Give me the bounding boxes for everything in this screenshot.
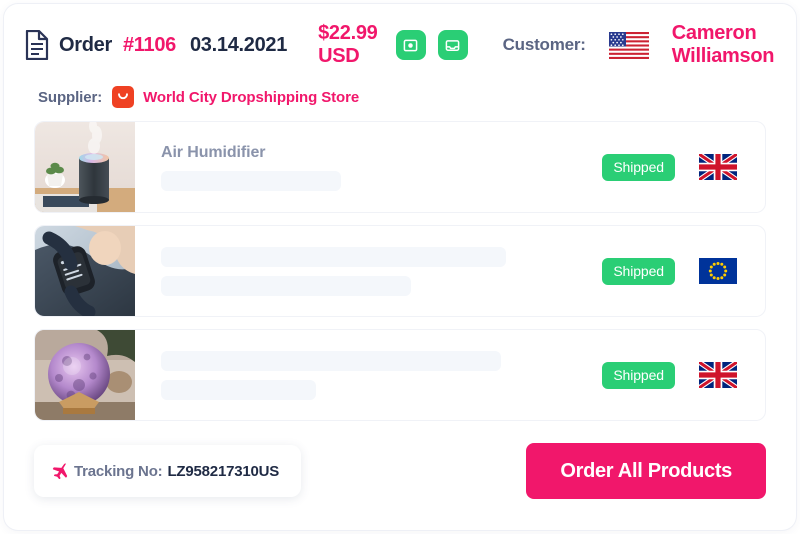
product-skeleton-line xyxy=(161,246,506,267)
aliexpress-bag-icon xyxy=(112,86,135,108)
uk-flag-icon xyxy=(697,359,739,391)
moon-lamp-photo xyxy=(35,330,135,420)
product-details xyxy=(135,350,602,400)
order-date: 03.14.2021 xyxy=(189,33,288,56)
product-skeleton-line xyxy=(161,275,411,296)
tracking-label: Tracking No: xyxy=(74,462,163,480)
us-flag-icon xyxy=(608,31,649,59)
smart-watch-photo xyxy=(35,226,135,316)
product-skeleton-line xyxy=(161,350,501,371)
product-skeleton-line xyxy=(161,379,316,400)
supplier-name[interactable]: World City Dropshipping Store xyxy=(143,89,359,106)
product-details xyxy=(135,246,602,296)
customer-label: Customer: xyxy=(502,35,586,54)
order-number: #1106 xyxy=(122,33,176,56)
product-title: Air Humidifier xyxy=(161,143,266,161)
document-icon xyxy=(24,29,50,61)
inbox-icon xyxy=(445,39,460,51)
airplane-icon xyxy=(52,462,68,480)
supplier-row: Supplier: World City Dropshipping Store xyxy=(4,84,796,110)
customer-name[interactable]: Cameron Williamson xyxy=(672,22,796,68)
message-inbox-icon-button[interactable] xyxy=(437,30,468,60)
order-header: Order #1106 03.14.2021 $22.99 USD Custom… xyxy=(4,4,796,67)
order-footer: Tracking No: LZ958217310US Order All Pro… xyxy=(4,433,796,499)
invoice-money-icon-button[interactable] xyxy=(395,30,426,60)
product-row[interactable]: Shipped xyxy=(34,225,766,317)
tracking-number-box[interactable]: Tracking No: LZ958217310US xyxy=(34,445,302,497)
order-all-products-button[interactable]: Order All Products xyxy=(526,443,766,499)
product-thumbnail[interactable] xyxy=(35,226,135,316)
status-badge: Shipped xyxy=(602,361,675,389)
uk-flag-icon xyxy=(697,151,739,183)
product-thumbnail[interactable] xyxy=(35,330,135,420)
product-row[interactable]: Shipped xyxy=(34,329,766,421)
order-amount: $22.99 USD xyxy=(318,22,378,67)
tracking-value: LZ958217310US xyxy=(167,462,280,480)
order-label: Order xyxy=(59,33,112,56)
product-skeleton-line xyxy=(161,170,341,191)
product-list: Air Humidifier Shipped Shipped Shipped xyxy=(4,121,796,421)
product-details: Air Humidifier xyxy=(135,144,602,191)
air-humidifier-photo xyxy=(35,122,135,212)
status-badge: Shipped xyxy=(602,153,675,181)
eu-flag-icon xyxy=(699,258,737,284)
product-row[interactable]: Air Humidifier Shipped xyxy=(34,121,766,213)
product-thumbnail[interactable] xyxy=(35,122,135,212)
status-badge: Shipped xyxy=(602,257,675,285)
order-card: Order #1106 03.14.2021 $22.99 USD Custom… xyxy=(4,4,796,530)
money-bill-icon xyxy=(403,39,418,51)
supplier-label: Supplier: xyxy=(38,88,103,106)
